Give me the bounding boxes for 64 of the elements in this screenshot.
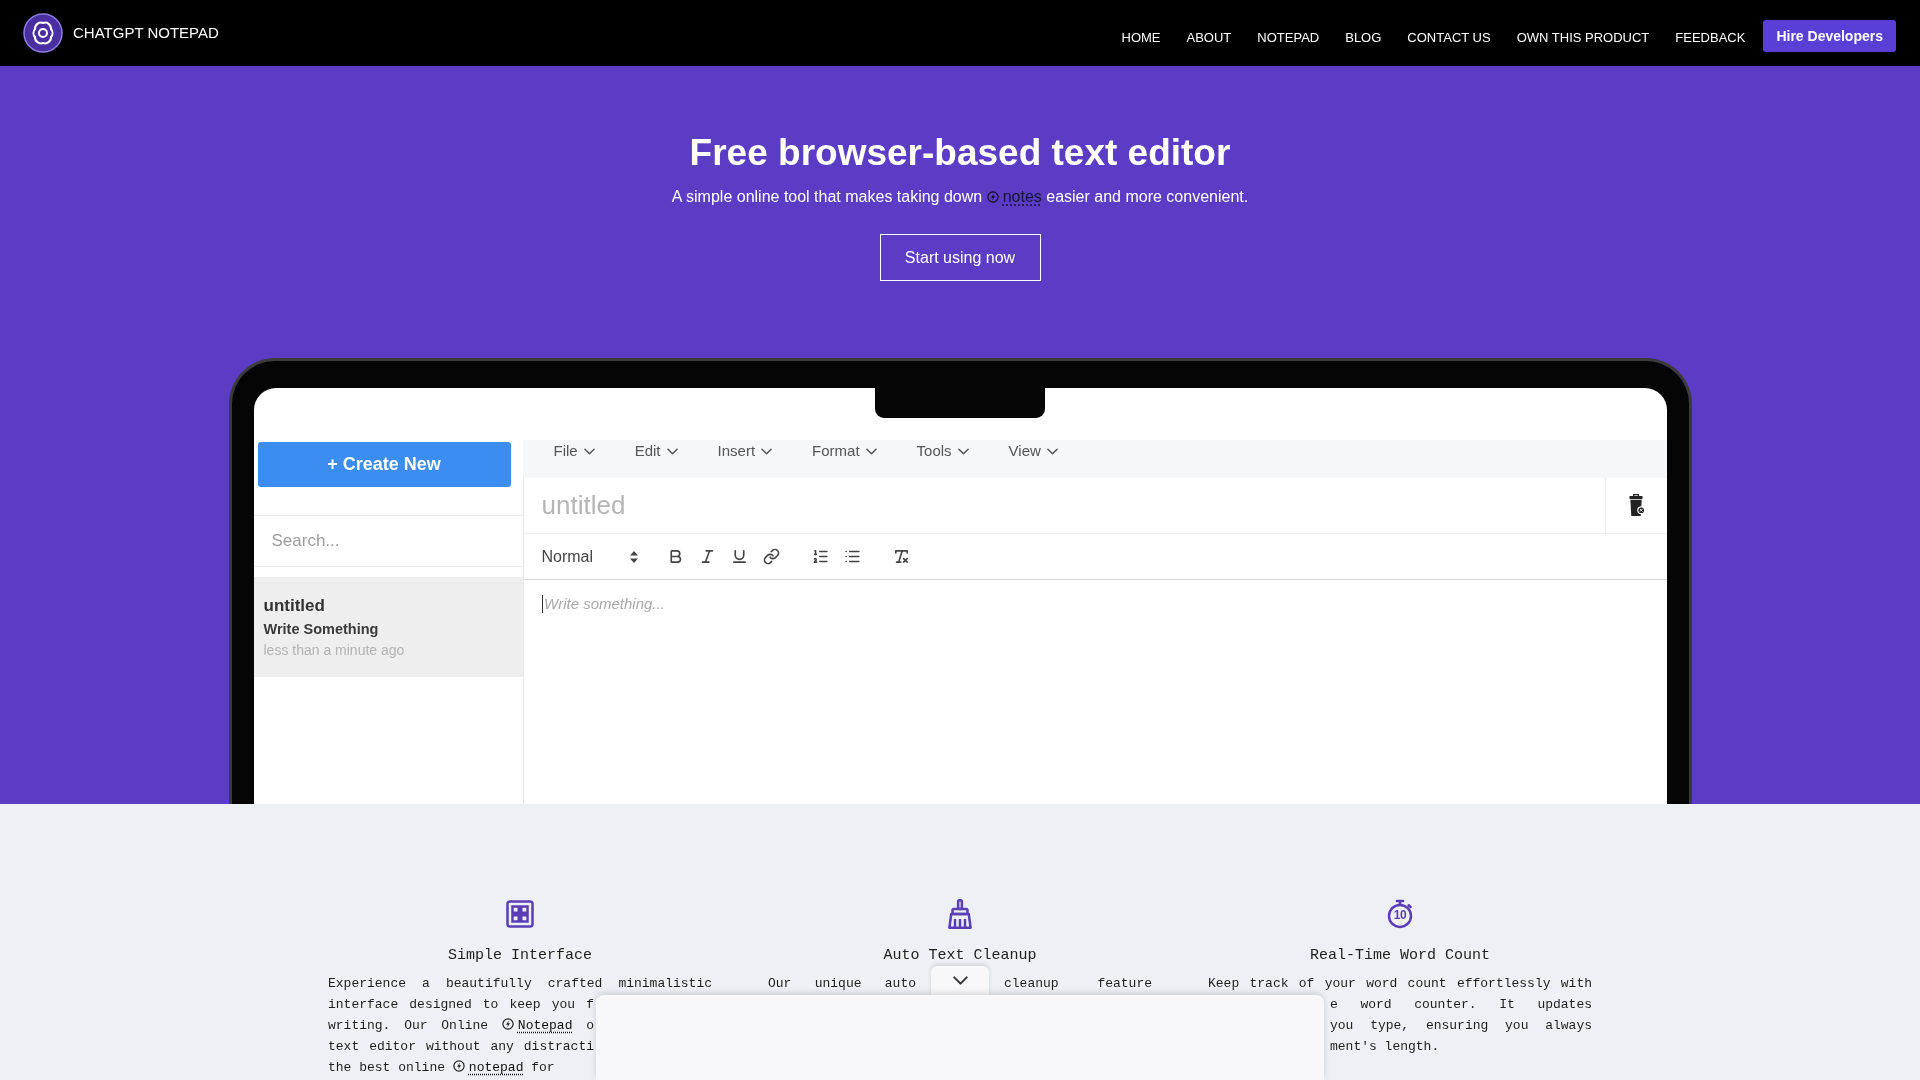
- chevron-down-icon: [761, 447, 773, 455]
- menu-item[interactable]: Tools: [916, 441, 969, 461]
- chevron-down-icon: [865, 447, 877, 455]
- note-title: untitled: [263, 595, 326, 617]
- search-field[interactable]: Search...: [253, 515, 523, 567]
- hire-developers-button[interactable]: Hire Developers: [1763, 20, 1896, 52]
- feature-description-line: interface designed to keep you f: [328, 996, 594, 1014]
- italic-icon: [699, 548, 716, 565]
- nav-link[interactable]: HOME: [1121, 28, 1161, 47]
- bolt-icon: [452, 1060, 465, 1072]
- feature-description-line: e word counter. It updates: [1330, 996, 1592, 1014]
- menu-item[interactable]: Insert: [717, 441, 773, 461]
- text-cursor-icon: [541, 595, 543, 613]
- feature-description-line: cleanup feature: [1004, 975, 1152, 993]
- chevron-down-icon: [1046, 447, 1058, 455]
- note-list-item[interactable]: untitled Write Something less than a minute ago: [253, 577, 523, 677]
- chevron-down-icon: [952, 976, 968, 985]
- chevron-down-icon: [666, 447, 678, 455]
- note-timestamp: less than a minute ago: [263, 641, 406, 660]
- feature-description-line: Keep track of your word count effortlessly with: [1208, 975, 1592, 993]
- feature-title: Simple Interface: [448, 946, 592, 966]
- menu-item[interactable]: Edit: [634, 441, 678, 461]
- feature-title: Real-Time Word Count: [1310, 946, 1490, 966]
- link-icon: [763, 548, 780, 565]
- feature-description-line: Experience a beautifully crafted minimalistic: [328, 975, 712, 993]
- nav-link[interactable]: FEEDBACK: [1675, 28, 1746, 47]
- feature-description-line: you type, ensuring you always: [1330, 1017, 1592, 1035]
- trash-icon: [1627, 493, 1645, 518]
- feature-description-line: Our unique auto: [768, 975, 916, 993]
- clear-formatting-icon: [893, 548, 910, 565]
- broom-icon: [945, 899, 975, 929]
- feature-title: Auto Text Cleanup: [883, 946, 1037, 966]
- bold-icon: [667, 548, 684, 565]
- chevron-down-icon: [957, 447, 969, 455]
- menu-item[interactable]: View: [1008, 441, 1058, 461]
- start-button[interactable]: Start using now: [879, 234, 1041, 281]
- bolt-icon: [986, 191, 999, 203]
- logo-icon: [23, 13, 63, 53]
- feature-description-line: writing. Our Online Notepad o: [328, 1017, 594, 1035]
- hero-title: Free browser-based text editor: [689, 131, 1231, 175]
- underline-icon: [731, 548, 748, 565]
- menu-item[interactable]: Format: [812, 441, 877, 461]
- feature-description-line: the best online notepad for: [328, 1059, 556, 1077]
- note-preview: Write Something: [263, 620, 380, 639]
- grid-icon: [505, 899, 535, 929]
- nav-link[interactable]: OWN THIS PRODUCT: [1516, 28, 1650, 47]
- text-link[interactable]: notepad: [468, 1060, 524, 1075]
- text-link[interactable]: Notepad: [517, 1018, 573, 1033]
- brand-name: CHATGPT NOTEPAD: [73, 23, 219, 43]
- collapse-tab-button[interactable]: [931, 966, 989, 995]
- numbered-list-icon: [812, 548, 829, 565]
- nav-link[interactable]: BLOG: [1345, 28, 1382, 47]
- hero-subtitle: A simple online tool that makes taking down notes easier and more convenient.: [671, 187, 1249, 207]
- bullet-list-icon: [844, 548, 861, 565]
- menu-item[interactable]: File: [553, 441, 595, 461]
- nav-link[interactable]: ABOUT: [1186, 28, 1232, 47]
- bolt-icon: [501, 1018, 514, 1030]
- nav-link[interactable]: NOTEPAD: [1257, 28, 1320, 47]
- feature-description-line: text editor without any distracti: [328, 1038, 594, 1056]
- nav-link[interactable]: CONTACT US: [1407, 28, 1491, 47]
- feature-description-line: ment's length.: [1330, 1038, 1441, 1056]
- format-select[interactable]: Normal: [541, 544, 643, 569]
- up-down-arrows-icon: [629, 550, 638, 563]
- chevron-down-icon: [583, 447, 595, 455]
